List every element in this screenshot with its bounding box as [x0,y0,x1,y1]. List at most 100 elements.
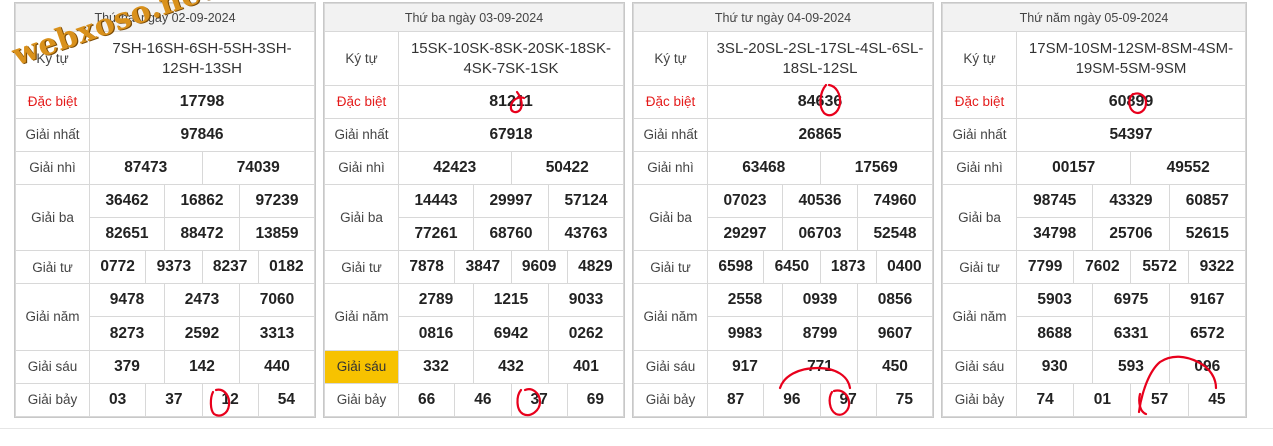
prize-number: 07023 [707,183,783,218]
prize-number: 0182 [257,250,316,285]
prize-label: Giải bảy [633,382,708,418]
prize-number: 0772 [88,250,147,285]
prize-number: 432 [473,349,549,384]
prize-label: Giải nhất [15,117,90,152]
prize-label: Giải tư [633,250,708,285]
prize-number: 88472 [164,216,240,252]
prize-number: 46 [454,382,512,418]
prize-number: 5903 [1015,283,1094,318]
divider [0,428,1273,429]
prize-label: Giải nhì [633,150,708,185]
prize-number: 25706 [1092,216,1170,252]
prize-number: 9322 [1187,250,1247,285]
prize-number: 9167 [1168,283,1247,318]
ticket-codes: 3SL-20SL-2SL-17SL-4SL-6SL-18SL-12SL [707,31,933,87]
prize-number: 66 [397,382,456,418]
prize-label: Giải tư [942,250,1017,285]
prize-number: 06703 [782,216,858,252]
prize-number: 6450 [763,250,821,285]
prize-number: 00157 [1015,150,1132,185]
prize-number: 8688 [1015,316,1094,351]
prize-number: 40536 [782,183,858,218]
prize-number: 67918 [398,117,624,152]
prize-number: 0939 [782,283,858,318]
prize-number: 84636 [707,85,933,119]
prize-label: Giải ba [942,183,1017,252]
draw-date: Thứ tư ngày 04-09-2024 [633,2,933,33]
prize-number: 54 [257,382,316,418]
prize-number: 29297 [707,216,783,252]
prize-number: 81211 [398,85,624,119]
prize-number: 45 [1187,382,1247,418]
prize-label: Đặc biệt [942,85,1017,119]
prize-label: Giải năm [942,283,1017,351]
prize-number: 74 [1015,382,1075,418]
prize-number: 74960 [857,183,933,218]
prize-number: 52548 [857,216,933,252]
prize-number: 8237 [201,250,259,285]
prize-number: 2558 [707,283,783,318]
prize-number: 69 [566,382,625,418]
prize-number: 0400 [875,250,934,285]
prize-label: Giải tư [324,250,399,285]
prize-number: 096 [1168,349,1247,384]
prize-label: Ký tự [942,31,1017,87]
lottery-table: Thứ hai ngày 02-09-2024 Ký tự 7SH-16SH-6SH… [14,2,316,418]
prize-number: 01 [1073,382,1132,418]
prize-label: Giải nhất [633,117,708,152]
prize-number: 3847 [454,250,512,285]
prize-number: 87473 [89,150,203,185]
prize-label: Giải năm [633,283,708,351]
prize-label: Giải ba [633,183,708,252]
prize-number: 87 [706,382,765,418]
prize-number: 0262 [548,316,624,351]
prize-label: Giải nhất [324,117,399,152]
prize-number: 6942 [473,316,549,351]
prize-number: 9609 [510,250,568,285]
prize-label: Giải bảy [942,382,1017,418]
prize-label: Ký tự [324,31,399,87]
prize-number: 29997 [473,183,549,218]
prize-number: 57124 [548,183,624,218]
prize-label: Giải nhì [324,150,399,185]
prize-label: Giải bảy [324,382,399,418]
prize-number: 60899 [1016,85,1246,119]
ticket-codes: 17SM-10SM-12SM-8SM-4SM-19SM-5SM-9SM [1016,31,1246,87]
prize-number: 63468 [707,150,821,185]
prize-number: 9983 [707,316,783,351]
draw-date: Thứ hai ngày 02-09-2024 [15,2,315,33]
prize-number: 5572 [1130,250,1189,285]
ticket-codes: 15SK-10SK-8SK-20SK-18SK-4SK-7SK-1SK [398,31,624,87]
prize-number: 0816 [398,316,474,351]
prize-number: 6331 [1092,316,1170,351]
prize-number: 57 [1130,382,1189,418]
prize-number: 142 [164,349,240,384]
prize-label: Giải sáu [633,349,708,384]
prize-number: 7060 [239,283,315,318]
prize-number: 96 [763,382,821,418]
prize-number: 37 [145,382,203,418]
prize-number: 75 [875,382,934,418]
prize-number: 37 [510,382,568,418]
prize-number: 68760 [473,216,549,252]
prize-label: Giải nhì [942,150,1017,185]
prize-number: 6975 [1092,283,1170,318]
prize-label: Đặc biệt [633,85,708,119]
prize-number: 9373 [145,250,203,285]
prize-number: 2789 [398,283,474,318]
prize-number: 2592 [164,316,240,351]
prize-number: 917 [707,349,783,384]
prize-number: 17798 [89,85,315,119]
lottery-table: Thứ năm ngày 05-09-2024 Ký tự 17SM-10SM-12… [941,2,1247,418]
lottery-table: Thứ tư ngày 04-09-2024 Ký tự 3SL-20SL-2SL-… [632,2,934,418]
prize-number: 6598 [706,250,765,285]
lottery-table: Thứ ba ngày 03-09-2024 Ký tự 15SK-10SK-8SK… [323,2,625,418]
prize-number: 4829 [566,250,625,285]
prize-label: Giải sáu [15,349,90,384]
prize-label: Giải nhất [942,117,1017,152]
prize-label: Ký tự [633,31,708,87]
prize-number: 26865 [707,117,933,152]
prize-number: 401 [548,349,624,384]
prize-number: 42423 [398,150,512,185]
prize-label: Giải nhì [15,150,90,185]
